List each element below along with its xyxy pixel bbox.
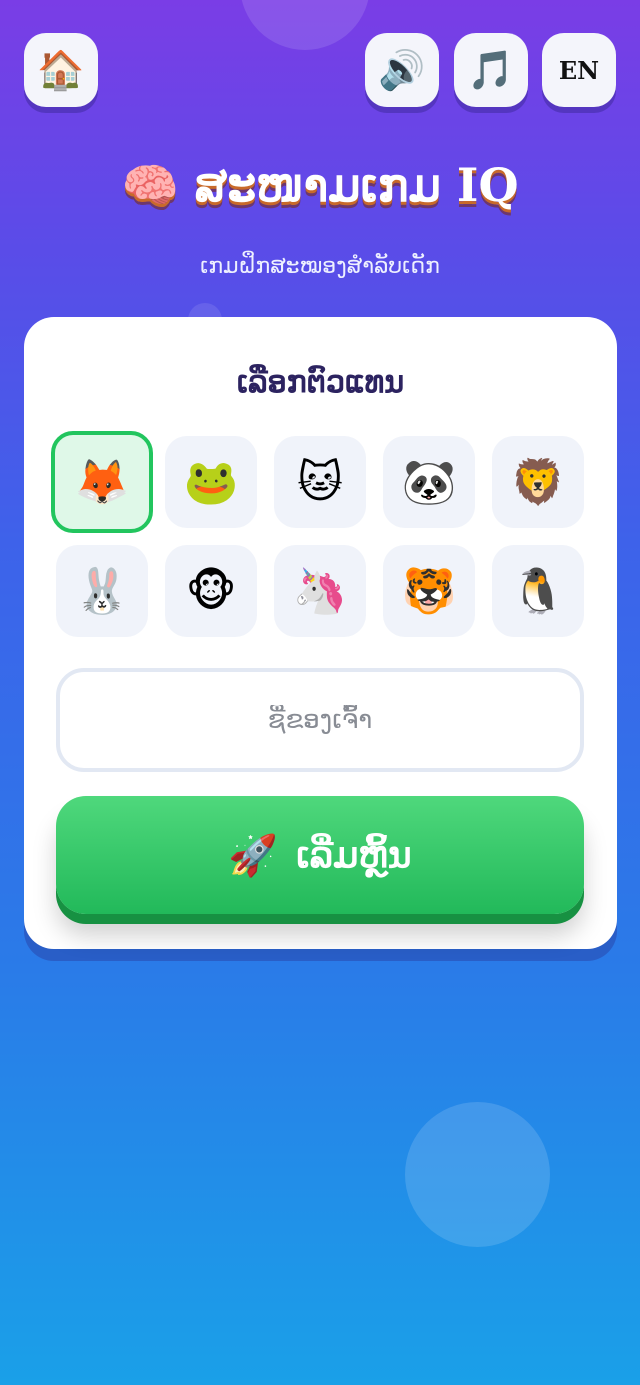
avatar-option-lion[interactable]: 🦁 [492,436,584,528]
avatar-selection-card: ເລືອກຕົວແທນ 🦊 🐸 🐱 🐼 🦁 🐰 🐵 🦄 🐯 🐧 ຊື່ຂອງເຈ… [24,317,617,949]
avatar-option-frog[interactable]: 🐸 [165,436,257,528]
rabbit-icon: 🐰 [74,566,130,617]
speaker-icon: 🔊 [378,47,426,92]
cat-icon: 🐱 [297,456,343,508]
page-subtitle: ເກມຝຶກສະໝອງສຳລັບເດັກ [200,254,440,279]
background-bubble [240,0,370,50]
avatar-option-unicorn[interactable]: 🦄 [274,545,366,637]
start-button-label: ເລີ່ມຫຼິ້ນ [296,834,412,876]
player-name-input[interactable] [56,668,584,772]
unicorn-icon: 🦄 [292,566,348,617]
tiger-icon: 🐯 [401,566,457,617]
music-toggle-button[interactable]: 🎵 [454,33,528,107]
start-game-button[interactable]: 🚀 ເລີ່ມຫຼິ້ນ [56,796,584,914]
language-label: EN [558,55,600,85]
page-title: 🧠 ສະໜາມເກມ IQ [0,158,640,213]
avatar-option-tiger[interactable]: 🐯 [383,545,475,637]
rocket-icon: 🚀 [228,831,279,879]
lion-icon: 🦁 [510,457,566,508]
avatar-option-panda[interactable]: 🐼 [383,436,475,528]
home-button[interactable]: 🏠 [24,33,98,107]
language-button[interactable]: EN [542,33,616,107]
avatar-option-fox[interactable]: 🦊 [51,431,153,533]
avatar-grid: 🦊 🐸 🐱 🐼 🦁 🐰 🐵 🦄 🐯 🐧 [51,431,584,637]
house-icon: 🏠 [37,47,85,92]
panda-icon: 🐼 [401,457,457,508]
fox-icon: 🦊 [74,457,130,508]
brain-icon: 🧠 [121,158,179,212]
avatar-option-penguin[interactable]: 🐧 [492,545,584,637]
avatar-option-rabbit[interactable]: 🐰 [56,545,148,637]
sound-toggle-button[interactable]: 🔊 [365,33,439,107]
title-text: ສະໜາມເກມ IQ [194,158,519,212]
penguin-icon: 🐧 [510,566,566,617]
avatar-option-monkey[interactable]: 🐵 [165,545,257,637]
card-heading: ເລືອກຕົວແທນ [236,365,405,400]
avatar-option-cat[interactable]: 🐱 [274,436,366,528]
frog-icon: 🐸 [183,457,239,508]
monkey-icon: 🐵 [185,565,237,617]
background-bubble [405,1102,550,1247]
music-note-icon: 🎵 [467,47,515,92]
